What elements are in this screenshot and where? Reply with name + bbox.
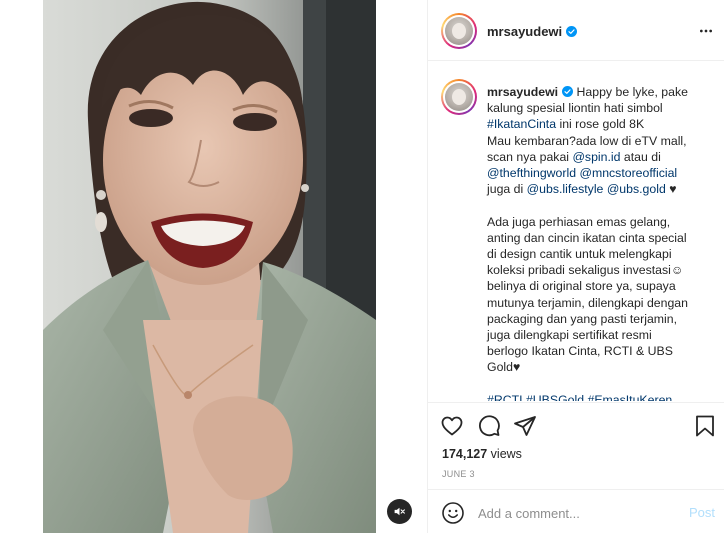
caption-text-segment: mutunya terjamin, dilengkapi dengan [487, 295, 688, 310]
post-side-panel: mrsayudewi mrsayudewi Happy be lyke, pak… [427, 0, 724, 533]
caption-text-segment: berlogo Ikatan Cinta, RCTI & UBS [487, 344, 673, 359]
caption-text-segment: Ada juga perhiasan emas gelang, [487, 214, 671, 229]
caption-text-segment: Mau kembaran?ada low di eTV mall, [487, 133, 687, 148]
caption-line: koleksi pribadi sekaligus investasi☺ [487, 262, 719, 278]
caption-text: mrsayudewi Happy be lyke, pake kalung spe… [487, 84, 719, 401]
caption-text-segment: packaging dan yang pasti terjamin, [487, 311, 678, 326]
caption-line: #IkatanCinta ini rose gold 8K [487, 116, 719, 132]
mute-toggle-button[interactable] [387, 499, 412, 524]
post-video[interactable] [43, 0, 376, 533]
caption-line: mutunya terjamin, dilengkapi dengan [487, 295, 719, 311]
caption-text-segment: Gold♥ [487, 360, 521, 375]
caption-text-segment: ♥ [665, 182, 677, 197]
post-actions-section: 174,127 views JUNE 3 Post [428, 402, 724, 533]
author-username-link[interactable]: mrsayudewi [487, 24, 578, 39]
video-frame-illustration [43, 0, 376, 533]
caption-author-avatar[interactable] [441, 79, 477, 115]
post-caption-area: mrsayudewi Happy be lyke, pake kalung spe… [428, 62, 724, 401]
comment-form: Post [428, 489, 724, 533]
mention-link[interactable]: @ubs.lifestyle [527, 182, 604, 196]
avatar-image [445, 17, 473, 45]
caption-text-segment: di design cantik untuk melengkapi [487, 247, 672, 262]
mention-link[interactable]: @ubs.gold [607, 182, 666, 196]
caption-line: Mau kembaran?ada low di eTV mall, [487, 133, 719, 149]
caption-line: juga di @ubs.lifestyle @ubs.gold ♥ [487, 181, 719, 197]
caption-text-segment: juga di [487, 182, 527, 197]
bookmark-icon[interactable] [693, 414, 717, 438]
caption-line: mrsayudewi Happy be lyke, pake [487, 84, 719, 100]
caption-text-segment: Happy be lyke, pake [576, 85, 688, 99]
view-count-label: views [490, 447, 522, 461]
caption-line [487, 197, 719, 213]
caption-line [487, 376, 719, 392]
more-options-icon[interactable] [698, 23, 714, 39]
muted-speaker-icon [394, 507, 405, 516]
mention-link[interactable]: @mncstoreofficial [579, 166, 677, 180]
mention-link[interactable]: @spin.id [572, 150, 620, 164]
mention-link[interactable]: @thefthingworld [487, 166, 576, 180]
caption-text-segment: anting dan cincin ikatan cinta special [487, 230, 687, 245]
caption-text-segment: koleksi pribadi sekaligus investasi☺ [487, 263, 684, 278]
author-avatar[interactable] [441, 13, 477, 49]
emoji-icon[interactable] [441, 501, 465, 525]
send-icon[interactable] [513, 414, 537, 438]
post-date[interactable]: JUNE 3 [442, 469, 475, 479]
caption-line: kalung spesial liontin hati simbol [487, 100, 719, 116]
post-comment-button[interactable]: Post [689, 505, 715, 520]
heart-icon[interactable] [440, 414, 464, 438]
caption-line: Gold♥ [487, 359, 719, 375]
verified-badge-icon [566, 26, 578, 37]
caption-line: belinya di original store ya, supaya [487, 278, 719, 294]
caption-line: juga dilengkapi sertifikat resmi [487, 327, 719, 343]
view-count[interactable]: 174,127 views [442, 447, 522, 461]
hashtag-link[interactable]: #UBSGold [526, 393, 584, 401]
caption-line: @thefthingworld @mncstoreofficial [487, 165, 719, 181]
hashtag-link[interactable]: #EmasItuKeren [587, 393, 672, 401]
caption-line: anting dan cincin ikatan cinta special [487, 230, 719, 246]
caption-username-link[interactable]: mrsayudewi [487, 85, 558, 99]
caption-text-segment: ini rose gold 8K [556, 117, 645, 132]
caption-line: packaging dan yang pasti terjamin, [487, 311, 719, 327]
caption-text-segment: juga dilengkapi sertifikat resmi [487, 328, 652, 343]
hashtag-link[interactable]: #RCTI [487, 393, 523, 401]
avatar-border [443, 15, 475, 47]
avatar-image [445, 83, 473, 111]
comment-input[interactable] [478, 504, 668, 522]
caption-text-segment: belinya di original store ya, supaya [487, 279, 676, 294]
comment-icon[interactable] [477, 414, 501, 438]
caption-text-segment: atau di [620, 149, 661, 164]
verified-badge-icon [562, 86, 574, 97]
caption-line: berlogo Ikatan Cinta, RCTI & UBS [487, 343, 719, 359]
instagram-post-view: mrsayudewi mrsayudewi Happy be lyke, pak… [0, 0, 724, 533]
caption-text-segment: scan nya pakai [487, 149, 573, 164]
view-count-number: 174,127 [442, 447, 488, 461]
post-header: mrsayudewi [428, 0, 724, 61]
caption-line: Ada juga perhiasan emas gelang, [487, 214, 719, 230]
author-username-text: mrsayudewi [487, 24, 563, 39]
caption-text-segment: kalung spesial liontin hati simbol [487, 101, 663, 116]
avatar-border [443, 81, 475, 113]
hashtag-link[interactable]: #IkatanCinta [487, 117, 556, 131]
caption-line: scan nya pakai @spin.id atau di [487, 149, 719, 165]
caption-line: di design cantik untuk melengkapi [487, 246, 719, 262]
caption-line: #RCTI #UBSGold #EmasItuKeren [487, 392, 719, 401]
